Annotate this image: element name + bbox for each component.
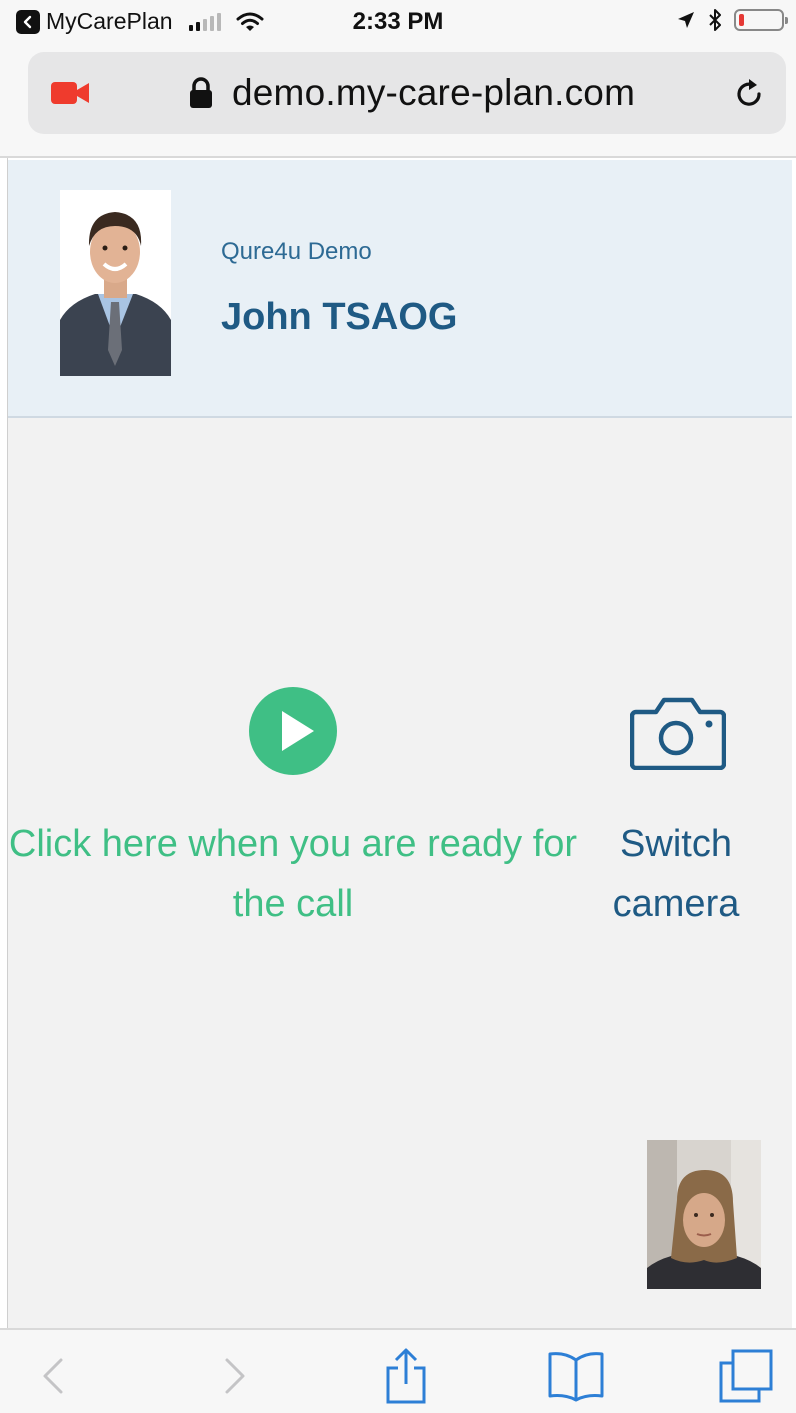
left-edge — [0, 158, 8, 1328]
avatar-photo — [60, 190, 171, 376]
switch-camera-label[interactable]: Switch camera — [578, 814, 774, 934]
bluetooth-icon — [709, 9, 721, 31]
url-field[interactable]: demo.my-care-plan.com — [28, 52, 786, 134]
forward-icon[interactable] — [219, 1356, 249, 1396]
patient-header: Qure4u Demo John TSAOG — [8, 160, 792, 418]
bookmarks-icon[interactable] — [547, 1350, 605, 1402]
video-camera-icon[interactable] — [50, 80, 90, 106]
lock-icon — [190, 77, 212, 108]
patient-name: John TSAOG — [221, 296, 458, 338]
play-icon[interactable] — [248, 686, 338, 776]
browser-toolbar — [0, 1328, 796, 1413]
tabs-icon[interactable] — [719, 1349, 773, 1403]
back-button[interactable] — [24, 1346, 84, 1406]
status-right — [676, 9, 788, 31]
camera-icon[interactable] — [630, 694, 726, 770]
location-arrow-icon — [678, 12, 694, 28]
tabs-button[interactable] — [716, 1346, 776, 1406]
call-area: Click here when you are ready for the ca… — [8, 418, 792, 1328]
right-edge — [792, 158, 796, 1328]
address-bar: demo.my-care-plan.com — [0, 44, 796, 158]
reload-icon[interactable] — [732, 77, 766, 111]
share-button[interactable] — [376, 1346, 436, 1406]
battery-icon — [734, 9, 788, 31]
organization-name: Qure4u Demo — [221, 238, 372, 265]
back-icon[interactable] — [39, 1356, 69, 1396]
battery-level — [739, 14, 744, 26]
ready-for-call-label[interactable]: Click here when you are ready for the ca… — [8, 814, 578, 934]
bookmarks-button[interactable] — [546, 1346, 606, 1406]
url-text[interactable]: demo.my-care-plan.com — [232, 72, 635, 114]
self-view-video — [647, 1140, 761, 1289]
self-view-image — [647, 1140, 761, 1289]
avatar — [60, 190, 171, 376]
forward-button[interactable] — [204, 1346, 264, 1406]
share-icon[interactable] — [382, 1348, 430, 1404]
status-bar: MyCarePlan 2:33 PM — [0, 0, 796, 44]
